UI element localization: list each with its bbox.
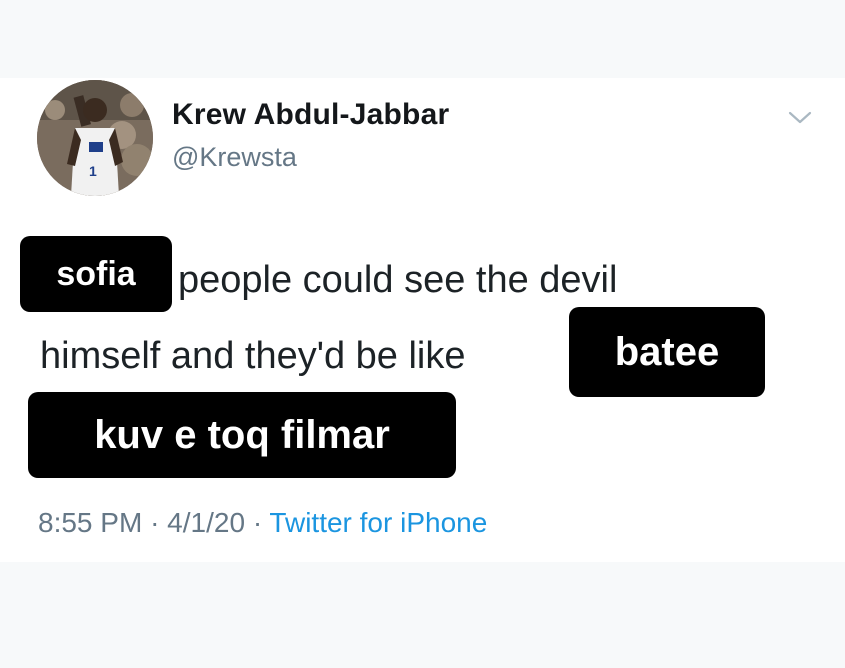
tweet-text-line: himself and they'd be like <box>40 335 466 377</box>
author-name[interactable]: Krew Abdul-Jabbar <box>172 98 449 132</box>
tweet-text-redaction-chip: kuv e toq filmar <box>28 392 456 478</box>
avatar[interactable]: 1 <box>37 80 153 196</box>
tweet-menu-button[interactable] <box>786 108 814 128</box>
tweet-text-redaction-chip: batee <box>569 307 765 397</box>
screenshot-page: 1 Krew Abdul-Jabbar @Krewsta sofia peopl… <box>0 0 845 668</box>
tweet-time: 8:55 PM <box>38 507 143 538</box>
meta-separator: · <box>252 507 263 538</box>
tweet-date[interactable]: 4/1/20 <box>167 507 245 538</box>
svg-text:1: 1 <box>89 163 97 179</box>
meta-separator: · <box>150 507 160 538</box>
tweet-text-redaction-chip: sofia <box>20 236 172 312</box>
tweet-text-line: people could see the devil <box>178 259 618 301</box>
tweet-source-link[interactable]: Twitter for iPhone <box>269 507 487 538</box>
chevron-down-icon <box>788 111 812 124</box>
tweet-meta: 8:55 PM · 4/1/20 · Twitter for iPhone <box>38 507 487 539</box>
author-handle[interactable]: @Krewsta <box>172 142 297 173</box>
avatar-photo-icon: 1 <box>37 80 153 196</box>
